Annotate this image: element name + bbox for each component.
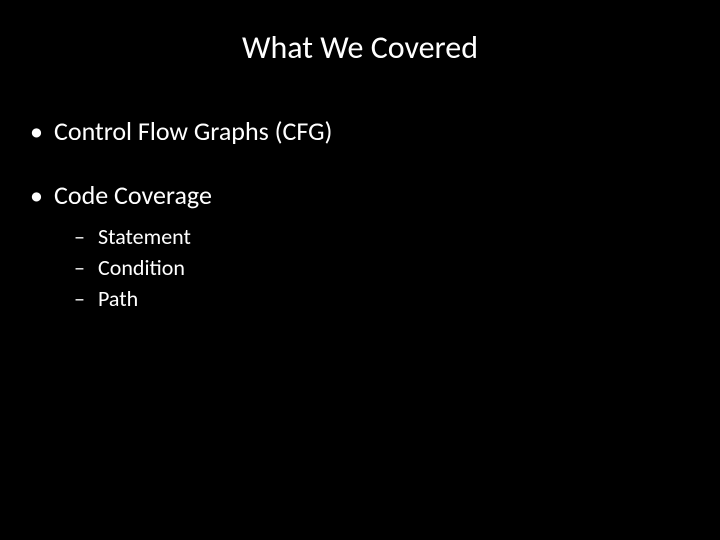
bullet-item-2: • Code Coverage — [30, 179, 720, 211]
slide-title: What We Covered — [0, 0, 720, 87]
bullet-dot-icon: • — [30, 115, 54, 147]
sub-bullet-text: Path — [98, 285, 138, 312]
bullet-text: Code Coverage — [54, 179, 212, 211]
bullet-dot-icon: • — [30, 179, 54, 211]
bullet-dash-icon: – — [74, 254, 98, 281]
sub-bullet-text: Condition — [98, 254, 185, 281]
sub-bullet-list: – Statement – Condition – Path — [30, 223, 720, 312]
sub-bullet-item-1: – Statement — [74, 223, 720, 250]
slide-content: • Control Flow Graphs (CFG) • Code Cover… — [0, 87, 720, 312]
sub-bullet-text: Statement — [98, 223, 191, 250]
bullet-dash-icon: – — [74, 285, 98, 312]
bullet-dash-icon: – — [74, 223, 98, 250]
sub-bullet-item-3: – Path — [74, 285, 720, 312]
slide-container: What We Covered • Control Flow Graphs (C… — [0, 0, 720, 540]
sub-bullet-item-2: – Condition — [74, 254, 720, 281]
bullet-text: Control Flow Graphs (CFG) — [54, 115, 332, 147]
bullet-item-1: • Control Flow Graphs (CFG) — [30, 115, 720, 147]
